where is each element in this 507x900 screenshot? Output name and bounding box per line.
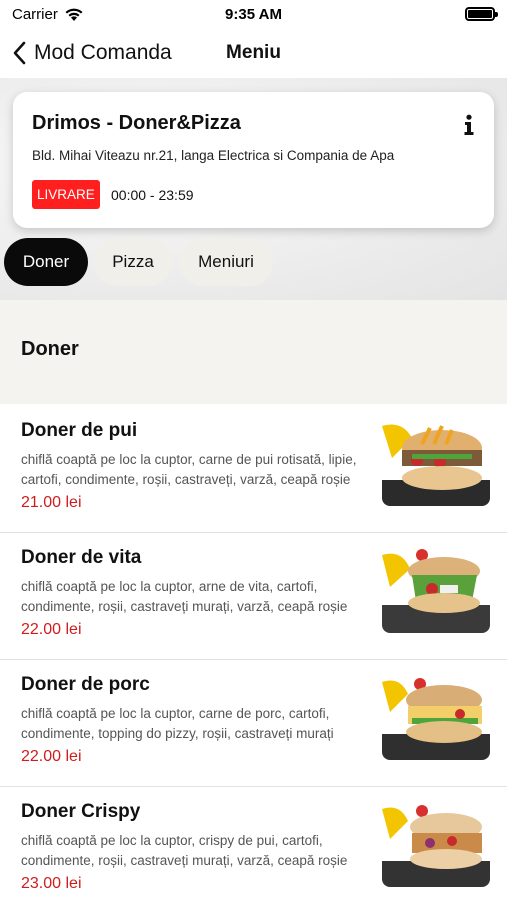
item-name: Doner de vita — [21, 547, 142, 568]
item-image — [382, 799, 490, 887]
item-price: 23.00 lei — [21, 875, 82, 892]
item-description: chiflă coaptă pe loc la cuptor, carne de… — [21, 706, 334, 741]
restaurant-card: Drimos - Doner&Pizza Bld. Mihai Viteazu … — [13, 92, 494, 228]
category-tab-meniuri[interactable]: Meniuri — [179, 238, 273, 286]
category-tab-pizza[interactable]: Pizza — [94, 238, 172, 286]
item-price: 22.00 lei — [21, 621, 82, 638]
menu-item-doner-de-pui[interactable]: Doner de pui chiflă coaptă pe loc la cup… — [0, 406, 507, 533]
status-bar: Carrier 9:35 AM — [0, 0, 507, 28]
item-price: 22.00 lei — [21, 748, 82, 765]
back-button[interactable]: Mod Comanda — [0, 41, 172, 65]
doner-sandwich-image — [382, 424, 490, 506]
item-price: 21.00 lei — [21, 494, 82, 511]
restaurant-name: Drimos - Doner&Pizza — [32, 112, 241, 134]
item-image — [382, 672, 490, 760]
doner-sandwich-image — [382, 678, 490, 760]
menu-item-doner-de-porc[interactable]: Doner de porc chiflă coaptă pe loc la cu… — [0, 660, 507, 787]
menu-item-doner-de-vita[interactable]: Doner de vita chiflă coaptă pe loc la cu… — [0, 533, 507, 660]
item-name: Doner Crispy — [21, 801, 141, 822]
item-description: chiflă coaptă pe loc la cuptor, crispy d… — [21, 833, 348, 868]
chevron-left-icon — [13, 41, 26, 65]
battery-icon — [465, 7, 498, 21]
battery-fill — [468, 10, 492, 18]
doner-sandwich-image — [382, 805, 490, 887]
category-tab-doner[interactable]: Doner — [4, 238, 88, 286]
status-left: Carrier — [12, 6, 84, 23]
item-name: Doner de porc — [21, 674, 150, 695]
delivery-badge: LIVRARE — [32, 180, 100, 209]
item-description: chiflă coaptă pe loc la cuptor, arne de … — [21, 579, 348, 614]
back-label: Mod Comanda — [34, 41, 172, 64]
menu-item-doner-crispy[interactable]: Doner Crispy chiflă coaptă pe loc la cup… — [0, 787, 507, 900]
item-image — [382, 545, 490, 633]
info-icon[interactable] — [462, 114, 476, 136]
doner-sandwich-image — [382, 549, 490, 633]
section-title: Doner — [21, 338, 79, 360]
wifi-icon — [65, 8, 83, 21]
restaurant-address: Bld. Mihai Viteazu nr.21, langa Electric… — [32, 148, 395, 163]
item-image — [382, 418, 490, 506]
section-header: Doner — [0, 300, 507, 404]
opening-hours: 00:00 - 23:59 — [111, 187, 194, 203]
item-name: Doner de pui — [21, 420, 138, 441]
carrier-label: Carrier — [12, 5, 58, 23]
nav-bar: Meniu Mod Comanda — [0, 28, 507, 78]
item-description: chiflă coaptă pe loc la cuptor, carne de… — [21, 452, 357, 487]
